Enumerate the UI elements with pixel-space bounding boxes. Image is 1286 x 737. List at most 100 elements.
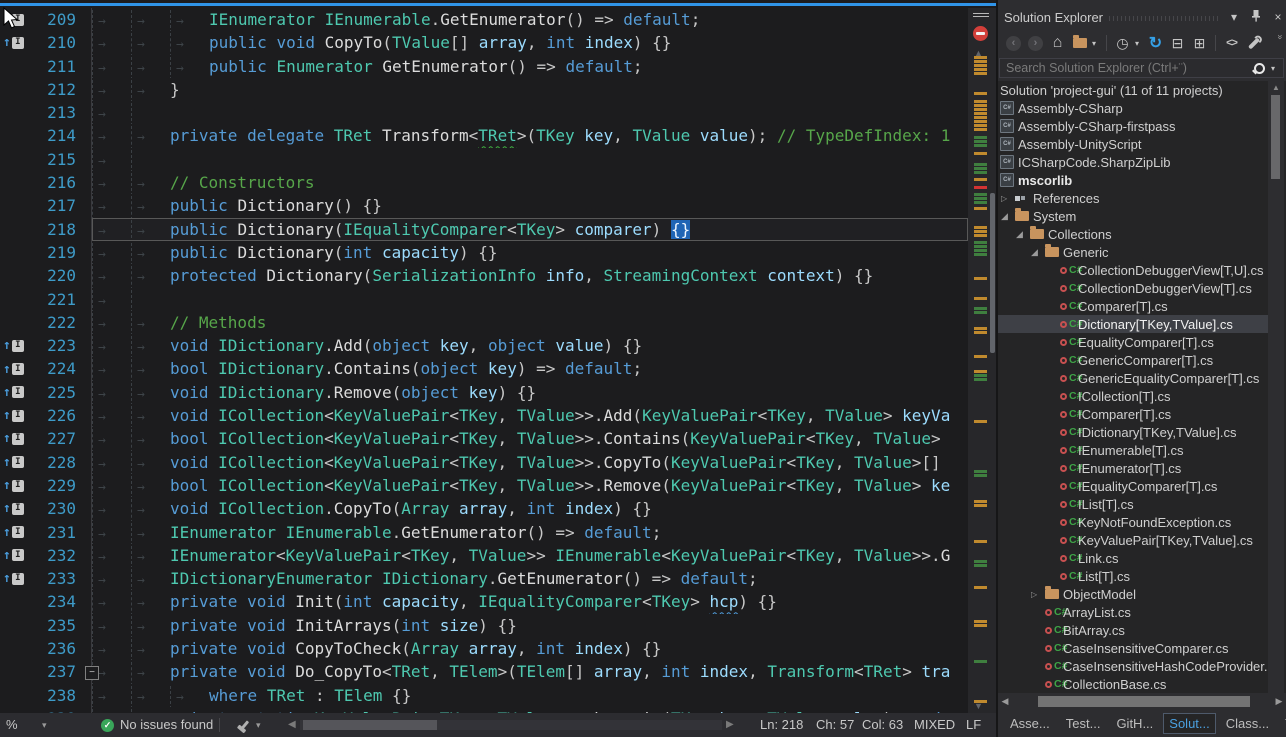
outlining-margin[interactable] [76,31,92,54]
code-text[interactable]: →→public Dictionary(IEqualityComparer<TK… [92,218,968,241]
tree-item[interactable]: C#Link.cs [998,549,1268,567]
code-text[interactable]: →→→public void CopyTo(TValue[] array, in… [92,31,968,54]
code-text[interactable]: →→public Dictionary() {} [92,194,968,217]
outlining-margin[interactable] [76,637,92,660]
code-text[interactable]: →→// Methods [92,311,968,334]
code-line[interactable]: 215→→ [0,148,968,171]
tree-item[interactable]: C#Assembly-CSharp [998,99,1268,117]
tree-item[interactable]: ▷References [998,189,1268,207]
code-line[interactable]: 238→→→where TRet : TElem {} [0,684,968,707]
code-line[interactable]: 236→→private void CopyToCheck(Array arra… [0,637,968,660]
issues-status[interactable]: No issues found [120,713,213,737]
code-text[interactable]: →→bool ICollection<KeyValuePair<TKey, TV… [92,474,968,497]
code-line[interactable]: 220→→protected Dictionary(SerializationI… [0,264,968,287]
tree-item[interactable]: C#CollectionBase.cs [998,675,1268,693]
tree-item[interactable]: C#CaseInsensitiveComparer.cs [998,639,1268,657]
expander-open-icon[interactable]: ◢ [1031,247,1045,258]
expander-closed-icon[interactable]: ▷ [1001,194,1015,203]
tree-item[interactable]: C#IComparer[T].cs [998,405,1268,423]
code-text[interactable]: →→void ICollection.CopyTo(Array array, i… [92,497,968,520]
code-line[interactable]: ↑I225→→void IDictionary.Remove(object ke… [0,381,968,404]
outlining-margin[interactable] [76,590,92,613]
code-line[interactable]: 214→→private delegate TRet Transform<TRe… [0,124,968,147]
tree-hscroll-track[interactable] [1012,696,1272,707]
tree-item[interactable]: C#mscorlib [998,171,1268,189]
editor-vscroll-thumb[interactable] [990,193,995,353]
tree-item[interactable]: C#CaseInsensitiveHashCodeProvider.cs [998,657,1268,675]
override-indicator-icon[interactable]: ↑I [0,567,34,590]
code-line[interactable]: 216→→// Constructors [0,171,968,194]
code-text[interactable]: →→→where TRet : TElem {} [92,684,968,707]
outlining-margin[interactable] [76,567,92,590]
encoding-indicator[interactable]: MIXED [914,713,955,737]
scroll-down-icon[interactable]: ▼ [974,701,983,711]
outlining-margin[interactable] [76,404,92,427]
line-indicator[interactable]: Ln: 218 [760,713,803,737]
code-text[interactable]: →→} [92,78,968,101]
view-code-icon[interactable]: <> [1222,34,1241,53]
tool-tab-test[interactable]: Test... [1060,713,1107,734]
code-text[interactable]: →→private delegate TRet Transform<TRet>(… [92,124,968,147]
window-position-icon[interactable]: ▾ [1226,10,1242,24]
code-line[interactable]: ↑I228→→void ICollection<KeyValuePair<TKe… [0,451,968,474]
hscroll-right-icon[interactable]: ▶ [726,713,734,737]
override-indicator-icon[interactable]: ↑I [0,31,34,54]
code-text[interactable]: →→void ICollection<KeyValuePair<TKey, TV… [92,404,968,427]
solution-explorer-titlebar[interactable]: Solution Explorer ▾ × [998,6,1286,28]
close-icon[interactable]: × [1270,10,1286,24]
code-text[interactable]: →→bool IDictionary.Contains(object key) … [92,357,968,380]
code-line[interactable]: ↑I224→→bool IDictionary.Contains(object … [0,357,968,380]
tree-item[interactable]: C#IEnumerable[T].cs [998,441,1268,459]
outlining-margin[interactable] [76,288,92,311]
outlining-margin[interactable] [76,311,92,334]
eol-indicator[interactable]: LF [966,713,981,737]
column-indicator[interactable]: Col: 63 [862,713,903,737]
outlining-margin[interactable] [76,381,92,404]
code-text[interactable]: →→void IDictionary.Add(object key, objec… [92,334,968,357]
tool-tab-gith[interactable]: GitH... [1110,713,1159,734]
outlining-margin[interactable] [76,614,92,637]
expander-open-icon[interactable]: ◢ [1016,229,1030,240]
code-cleanup-icon[interactable] [240,720,249,730]
tree-item[interactable]: C#ICSharpCode.SharpZipLib [998,153,1268,171]
outlining-margin[interactable] [76,78,92,101]
tree-item[interactable]: C#Dictionary[TKey,TValue].cs [998,315,1268,333]
tree-vscroll[interactable]: ▲ [1268,81,1284,693]
expander-closed-icon[interactable]: ▷ [1031,590,1045,599]
code-text[interactable]: →→IEnumerator<KeyValuePair<TKey, TValue>… [92,544,968,567]
tree-scroll-left-icon[interactable]: ◀ [998,696,1012,707]
solution-search-box[interactable]: Search Solution Explorer (Ctrl+¨) ▾ [999,58,1284,78]
editor-splitter-handle[interactable] [970,9,992,23]
tree-item[interactable]: ◢Collections [998,225,1268,243]
tree-scroll-up-icon[interactable]: ▲ [1272,83,1280,92]
override-indicator-icon[interactable]: ↑I [0,427,34,450]
code-line[interactable]: ↑I229→→bool ICollection<KeyValuePair<TKe… [0,474,968,497]
tree-item[interactable]: C#IEnumerator[T].cs [998,459,1268,477]
outlining-margin[interactable] [76,264,92,287]
tree-item[interactable]: C#IDictionary[TKey,TValue].cs [998,423,1268,441]
code-line[interactable]: 217→→public Dictionary() {} [0,194,968,217]
outlining-margin[interactable] [76,124,92,147]
code-area[interactable]: ↑I209→→→IEnumerator IEnumerable.GetEnume… [0,8,968,713]
code-line[interactable]: ↑I210→→→public void CopyTo(TValue[] arra… [0,31,968,54]
override-indicator-icon[interactable]: ↑I [0,357,34,380]
tool-tab-class[interactable]: Class... [1220,713,1275,734]
code-text[interactable]: →→private void CopyToCheck(Array array, … [92,637,968,660]
switch-views-icon[interactable] [1070,34,1089,53]
show-all-files-icon[interactable]: ⊞ [1190,34,1209,53]
solution-root-item[interactable]: Solution 'project-gui' (11 of 11 project… [998,81,1268,99]
tree-item[interactable]: C#ArrayList.cs [998,603,1268,621]
code-line[interactable]: ↑I230→→void ICollection.CopyTo(Array arr… [0,497,968,520]
outlining-margin[interactable] [76,451,92,474]
tree-item[interactable]: C#Assembly-UnityScript [998,135,1268,153]
code-text[interactable]: →→private void InitArrays(int size) {} [92,614,968,637]
outlining-margin[interactable] [76,101,92,124]
editor-hscroll-thumb[interactable] [303,720,437,730]
toolbar-overflow-icon[interactable]: » [1275,34,1285,39]
override-indicator-icon[interactable]: ↑I [0,334,34,357]
outlining-margin[interactable] [76,148,92,171]
char-indicator[interactable]: Ch: 57 [816,713,854,737]
tree-item[interactable]: C#KeyNotFoundException.cs [998,513,1268,531]
code-text[interactable]: →→bool ICollection<KeyValuePair<TKey, TV… [92,427,968,450]
tree-item[interactable]: C#IEqualityComparer[T].cs [998,477,1268,495]
